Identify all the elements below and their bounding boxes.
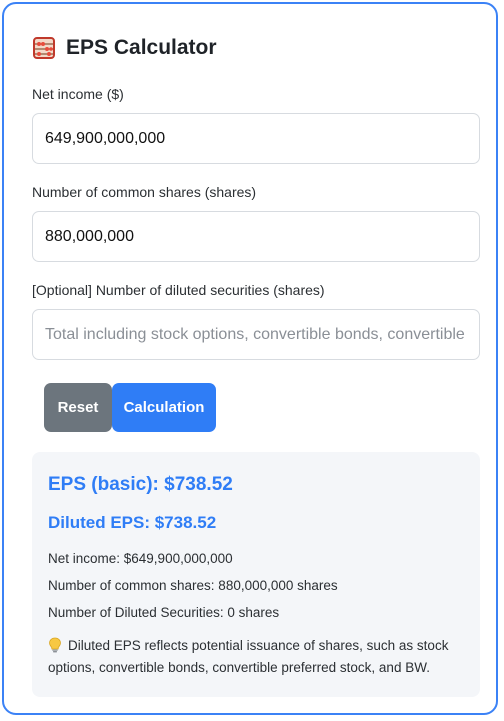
diluted-securities-input[interactable] xyxy=(32,309,480,360)
header: EPS Calculator xyxy=(32,36,217,60)
basic-eps-result: EPS (basic): $738.52 xyxy=(48,474,233,495)
diluted-eps-result: Diluted EPS: $738.52 xyxy=(48,513,217,532)
common-shares-label: Number of common shares (shares) xyxy=(32,184,257,200)
calculate-button[interactable]: Calculation xyxy=(112,383,216,432)
result-panel: EPS (basic): $738.52 Diluted EPS: $738.5… xyxy=(32,452,480,697)
lightbulb-icon xyxy=(48,637,62,653)
diluted-eps-note: Diluted EPS reflects potential issuance … xyxy=(48,635,468,679)
calculator-card: EPS Calculator Net income ($) Number of … xyxy=(2,2,498,715)
note-text: Diluted EPS reflects potential issuance … xyxy=(48,638,449,675)
net-income-detail: Net income: $649,900,000,000 xyxy=(48,551,233,566)
net-income-input[interactable] xyxy=(32,113,480,164)
common-shares-input[interactable] xyxy=(32,211,480,262)
net-income-label: Net income ($) xyxy=(32,86,124,102)
page-title: EPS Calculator xyxy=(66,36,217,59)
diluted-securities-label: [Optional] Number of diluted securities … xyxy=(32,282,325,298)
diluted-securities-detail: Number of Diluted Securities: 0 shares xyxy=(48,605,280,620)
abacus-icon xyxy=(32,36,56,60)
reset-button[interactable]: Reset xyxy=(44,383,112,432)
common-shares-detail: Number of common shares: 880,000,000 sha… xyxy=(48,578,338,593)
